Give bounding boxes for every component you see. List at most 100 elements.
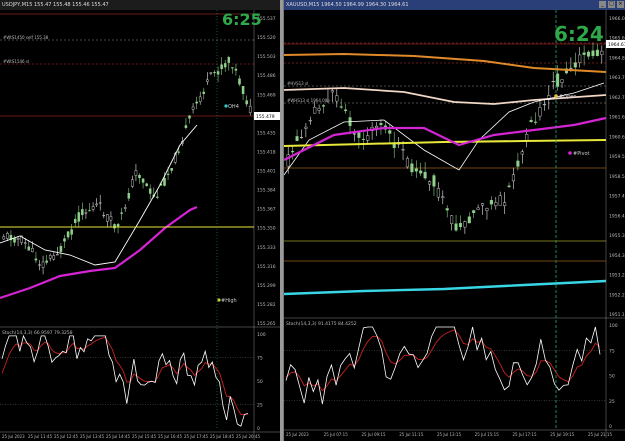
candle-body [485,208,489,211]
price-tick-label: 155.486 [257,73,276,79]
usdjpy-chart-window[interactable]: USDJPY,M15 155.47 155.48 155.46 155.47 1… [0,0,280,441]
candle-body [476,207,480,210]
candle-body [177,151,181,153]
candle-body [56,254,59,256]
candle-body [188,115,191,119]
candle-body [120,212,123,214]
stoch-level-label: 25 [609,399,615,405]
candle-body [489,200,493,205]
time-tick-label: 25 Jul 16:45 [158,434,182,439]
candle-body [481,203,485,206]
stoch-level-label: 0 [257,426,260,432]
xauusd-chart-canvas[interactable]: 1966.091965.601964.801963.751962.701961.… [284,0,625,441]
candle-body [138,174,141,179]
candle-body [419,170,423,174]
marker-oh4-label: OH4 [228,104,239,110]
candle-body [291,150,295,153]
candle-body [34,258,38,261]
candle-body [2,236,6,240]
candle-body [238,78,241,85]
candle-body [23,242,27,244]
candle-body [123,207,127,209]
candle-body [326,99,330,102]
candle-body [445,208,449,211]
stoch-level-label: 25 [257,403,263,409]
candle-body [379,122,383,126]
xauusd-clock: 6:24 [554,22,604,46]
candle-body [202,91,206,95]
ma-white [0,124,198,266]
level-label: #WHS13 sl 1964.00 [287,98,328,103]
candle-body [163,178,166,186]
time-tick-label: 25 Jul 17:45 [184,434,208,439]
candle-body [113,224,116,229]
ma-magenta [0,205,198,300]
candle-body [375,125,379,128]
candle-body [27,246,31,251]
candle-body [494,202,498,207]
price-tick-label: 1963.75 [609,75,625,81]
price-tick-label: 1966.09 [609,16,625,22]
candle-body [195,101,198,104]
time-tick-label: 25 Jul 14:45 [106,434,130,439]
pivot-marker-dot [568,151,572,155]
current-price-label: 1964.61 [608,42,625,48]
candle-body [66,231,70,238]
candle-body [534,121,538,123]
time-tick-label: 25 Jul 13:15 [437,432,461,437]
candle-body [223,63,227,68]
usdjpy-clock: 6:25 [222,10,262,29]
candle-body [366,135,370,141]
candle-body [595,49,599,56]
candle-body [335,95,339,102]
candle-body [88,210,91,212]
candle-body [91,206,95,210]
candle-body [109,216,113,221]
usdjpy-chart-canvas[interactable]: 155.537155.520155.503155.486155.469155.4… [0,0,280,441]
stoch-level-label: 100 [257,332,266,338]
candle-body [116,223,120,227]
candle-body [84,212,88,214]
stoch-label: Stoch(14,3,3) 66.9597 79.3258 [2,330,73,336]
candle-body [209,72,213,74]
candle-body [591,50,595,56]
candle-body [428,181,432,185]
time-tick-label: 25 Jul 12:45 [54,434,78,439]
time-tick-label: 25 Jul 15:15 [475,432,499,437]
candle-body [525,134,529,141]
candle-body [401,149,405,151]
candle-body [234,68,238,71]
price-tick-label: 155.299 [257,283,276,289]
candle-body [145,183,148,187]
candle-body [38,264,41,266]
candle-body [339,106,343,108]
stoch-signal-line [1,336,249,415]
xauusd-chart-window[interactable]: XAUUSD,M15 1964.50 1964.99 1964.30 1964.… [283,0,625,441]
time-tick-label: 25 Jul 17:15 [513,432,537,437]
candle-body [313,106,317,114]
candle-body [48,255,52,259]
candle-body [463,221,467,228]
candle-body [59,246,63,252]
current-price-label: 155.479 [256,114,275,120]
price-tick-label: 1964.80 [609,55,625,61]
candle-body [542,104,546,106]
price-tick-label: 155.333 [257,245,276,251]
level-label: #HVS13 sl [287,81,308,86]
price-tick-label: 155.384 [257,188,276,194]
candle-body [458,223,462,227]
candle-body [317,108,321,111]
level-label: #WtS1546 sl [3,59,29,64]
candle-body [95,203,98,206]
candle-body [507,185,511,188]
time-tick-label: 25 Jul 09:15 [362,432,386,437]
candle-body [587,51,591,57]
stoch-level-label: 75 [609,348,615,354]
price-tick-label: 1955.35 [609,233,625,239]
candle-body [529,119,533,123]
candle-body [454,223,458,231]
candle-body [511,174,515,182]
candle-body [304,126,308,129]
stoch-level-label: 50 [257,379,263,385]
time-tick-label: 25 Jul 2023 [2,434,25,439]
